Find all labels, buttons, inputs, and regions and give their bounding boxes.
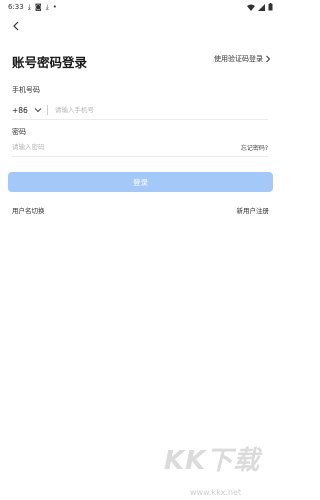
download-icon: ⤓ <box>45 2 49 11</box>
status-right <box>247 3 281 11</box>
forgot-password-link[interactable]: 忘记密码? <box>241 143 268 152</box>
status-bar: 6:33 ⤓ ◙ ⤓ • <box>0 0 281 14</box>
password-input[interactable] <box>12 143 192 151</box>
watermark-url: www.kkx.net <box>190 488 242 497</box>
field-divider <box>46 105 48 115</box>
status-left: 6:33 ⤓ ◙ ⤓ • <box>0 3 57 11</box>
country-code-selector[interactable]: +86 <box>12 106 28 115</box>
login-button[interactable]: 登录 <box>8 172 273 192</box>
chevron-down-icon[interactable] <box>34 107 42 113</box>
phone-label: 手机号码 <box>12 86 40 94</box>
app-notification-icon: ◙ <box>34 2 42 11</box>
page-title: 账号密码登录 <box>12 55 88 70</box>
sms-login-link[interactable]: 使用验证码登录 <box>214 54 271 64</box>
sms-login-label: 使用验证码登录 <box>214 55 263 63</box>
chevron-right-icon <box>266 55 271 63</box>
status-time: 6:33 <box>8 3 24 11</box>
register-link[interactable]: 新用户注册 <box>237 205 270 215</box>
battery-icon <box>268 3 273 11</box>
phone-field-row: +86 <box>12 101 268 120</box>
chevron-left-icon <box>13 21 19 31</box>
signal-icon <box>258 3 265 11</box>
wifi-icon <box>247 4 255 11</box>
switch-user-link[interactable]: 用户名切换 <box>12 205 45 215</box>
dot-icon: • <box>52 2 57 11</box>
phone-input[interactable] <box>52 105 237 115</box>
watermark-brand: KK下载 <box>164 446 261 476</box>
password-field-row: 忘记密码? <box>12 138 268 157</box>
back-button[interactable] <box>8 18 24 34</box>
download-icon: ⤓ <box>27 2 31 11</box>
password-label: 密码 <box>12 128 26 136</box>
watermark-logo: KK下载 www.kkx.net <box>160 440 278 498</box>
